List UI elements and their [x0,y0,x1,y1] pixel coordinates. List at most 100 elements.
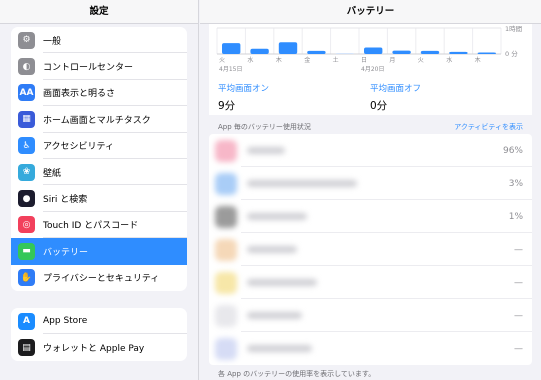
sidebar-item-fingerprint[interactable]: ◎ Touch ID とパスコード [11,212,187,239]
app-name-redacted [247,246,297,253]
sidebar-item-display-brightness[interactable]: AA 画面表示と明るさ [11,80,187,107]
screen-on-value: 9分 [218,100,236,112]
sidebar-title: 設定 [0,0,198,24]
fingerprint-icon: ◎ [18,216,35,234]
sidebar-item-label: Siri と検索 [43,195,88,206]
app-icon [215,271,237,294]
date-tick-label: 4月20日 [361,66,384,73]
sidebar-item-control-center[interactable]: ◐ コントロールセンター [11,53,187,81]
sidebar-item-battery[interactable]: ▬ バッテリー [11,238,187,265]
hand-icon: ✋ [18,269,35,287]
sidebar-item-label: 壁紙 [43,168,62,179]
sidebar-item-label: アクセシビリティ [43,142,115,153]
app-usage-percent: — [514,310,523,321]
day-tick-label: 木 [475,56,481,64]
app-usage-percent: 96% [502,145,523,156]
app-name-redacted [247,312,302,319]
chart-bar [477,52,496,54]
page-title: バッテリー [200,0,541,24]
day-tick-label: 火 [418,57,424,64]
battery-usage-chart-card: 1時間 0 分火 水 木 金 土 日 月 火 水 木 4月15日 4月20日 平均画面オン 9分 平均画… [209,24,532,115]
wallet-icon: ▤ [18,339,35,357]
show-activity-link[interactable]: アクティビティを表示 [454,122,523,132]
app-icon [215,205,237,228]
day-tick-label: 月 [389,57,395,64]
y-axis-bottom-label: 0 分 [505,49,518,58]
app-usage-row[interactable]: 3% [209,167,532,200]
chart-bar [307,50,326,54]
usage-footer-note: 各 App のバッテリーの使用率を表示しています。 [218,370,376,378]
chart-bar [392,50,411,54]
app-store-icon: A [18,312,35,330]
siri-icon: ● [18,190,35,208]
app-icon [215,337,237,360]
app-icon [215,238,237,261]
wallpaper-icon: ❀ [18,163,35,181]
chart-bar [449,51,468,54]
day-tick-label: 日 [361,57,367,64]
accessibility-icon: ♿ [18,137,35,155]
screen-on-label: 平均画面オン [218,84,270,94]
y-axis-top-label: 1時間 [505,25,522,33]
chart-bar [420,50,440,54]
sidebar-item-label: ホーム画面とマルチタスク [43,115,151,126]
sidebar-item-siri[interactable]: ● Siri と検索 [11,185,187,213]
app-name-redacted [247,345,312,352]
sidebar-item-label: Touch ID とパスコード [43,221,139,232]
sidebar-item-label: バッテリー [43,247,89,258]
app-name-redacted [247,180,357,187]
sidebar-item-hand[interactable]: ✋ プライバシーとセキュリティ [11,265,187,291]
display-brightness-icon: AA [18,84,35,102]
day-tick-label: 火 [219,57,225,64]
control-center-icon: ◐ [18,58,35,76]
settings-sidebar: 設定 ⚙ 一般 ◐ コントロールセンター AA 画面表示と明るさ ▦ ホーム画面とマルチタスク… [0,0,199,380]
sidebar-item-wallpaper[interactable]: ❀ 壁紙 [11,159,187,186]
day-tick-label: 土 [333,56,339,64]
app-usage-list: 96% 3% 1% — — — — [209,134,532,365]
screen-time-bar-chart[interactable]: 1時間 0 分火 水 木 金 土 日 月 火 水 木 4月15日 4月20日 [209,24,532,76]
day-tick-label: 木 [276,56,282,64]
battery-pane: バッテリー 1時間 0 分火 水 木 金 土 日 月 火 水 木 4月15日 4月20日 平均画面オン … [200,0,541,380]
day-tick-label: 水 [446,56,452,64]
screen-off-value: 0分 [370,100,388,112]
app-usage-row[interactable]: — [209,233,532,266]
sidebar-item-label: ウォレットと Apple Pay [43,344,145,355]
app-usage-row[interactable]: 1% [209,200,532,233]
battery-icon: ▬ [18,242,35,260]
chart-bar [335,53,354,54]
sidebar-item-label: 画面表示と明るさ [43,89,116,100]
app-usage-percent: 3% [508,178,523,189]
sidebar-item-home-screen[interactable]: ▦ ホーム画面とマルチタスク [11,106,187,133]
app-name-redacted [247,147,285,154]
date-tick-label: 4月15日 [219,66,242,73]
day-tick-label: 金 [304,56,310,64]
screen-on-stat: 平均画面オン 9分 [218,82,269,113]
app-usage-row[interactable]: 96% [209,134,532,167]
chart-bar [278,42,298,54]
chart-bar [222,43,241,54]
app-usage-row[interactable]: — [209,299,532,332]
sidebar-item-label: コントロールセンター [43,63,134,74]
home-screen-icon: ▦ [18,110,35,128]
app-icon [215,139,237,162]
screen-off-label: 平均画面オフ [370,84,422,94]
chart-bar [364,47,383,54]
screen-off-stat: 平均画面オフ 0分 [370,82,421,113]
settings-group-main: ⚙ 一般 ◐ コントロールセンター AA 画面表示と明るさ ▦ ホーム画面とマルチタスク ♿ アク… [11,27,187,291]
gear-icon: ⚙ [18,31,35,49]
app-name-redacted [247,279,317,286]
sidebar-item-wallet[interactable]: ▤ ウォレットと Apple Pay [11,334,187,360]
usage-header-label: App 毎のバッテリー使用状況 [218,123,311,131]
app-usage-percent: 1% [508,211,523,222]
sidebar-item-label: App Store [43,316,88,327]
app-usage-percent: — [514,244,523,255]
sidebar-item-gear[interactable]: ⚙ 一般 [11,27,187,54]
sidebar-item-accessibility[interactable]: ♿ アクセシビリティ [11,133,187,160]
app-usage-percent: — [514,277,523,288]
app-usage-percent: — [514,343,523,354]
chart-bar [250,48,269,54]
app-usage-row[interactable]: — [209,332,532,365]
app-icon [215,304,237,327]
app-usage-row[interactable]: — [209,266,532,299]
sidebar-item-app-store[interactable]: A App Store [11,308,187,335]
